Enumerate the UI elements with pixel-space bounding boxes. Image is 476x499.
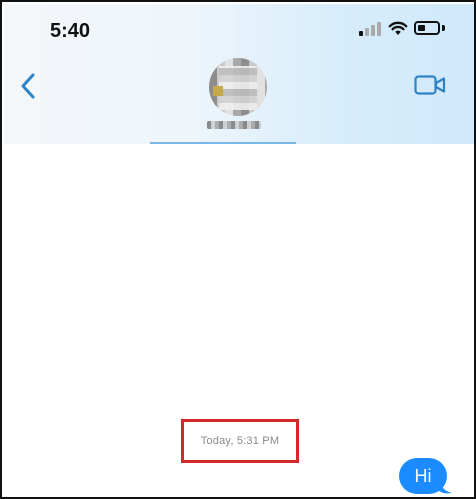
signal-bars-icon [359,22,381,36]
chevron-left-icon[interactable] [18,72,38,100]
status-time: 5:40 [50,20,91,42]
battery-icon [414,21,440,35]
timestamp-highlight-box: Today, 5:31 PM [181,419,299,463]
screenshot-frame: 5:40 Today, 5:31 PM Hi [0,0,476,499]
contact-name-redacted[interactable] [207,121,261,129]
battery-level-fill [418,25,425,31]
contact-avatar[interactable] [209,58,267,116]
battery-nub [442,25,445,31]
sent-message-bubble[interactable]: Hi [399,458,447,494]
wifi-icon [388,21,408,35]
conversation-timestamp: Today, 5:31 PM [200,435,280,447]
video-camera-icon[interactable] [414,74,446,96]
